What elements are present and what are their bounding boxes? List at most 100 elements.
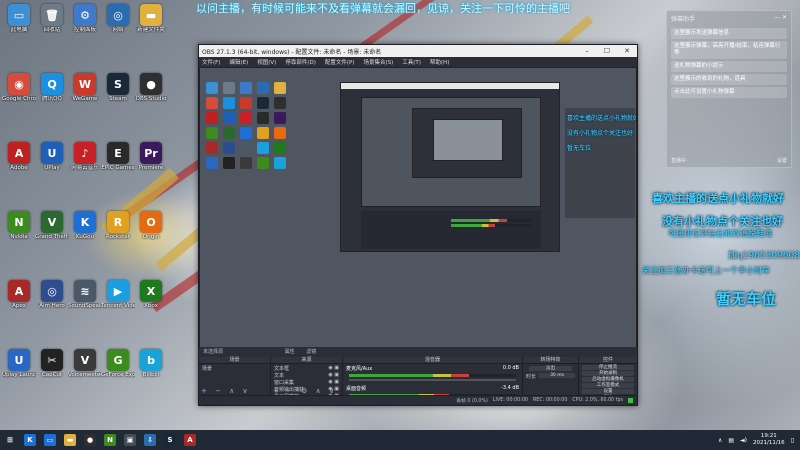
obs-control-button[interactable]: 停止推流	[582, 365, 634, 370]
minimize-icon[interactable]: –	[577, 47, 597, 55]
desktop-icon-label: SoundSpeak	[68, 303, 102, 309]
obs-control-button[interactable]: 工作室模式	[582, 383, 634, 388]
desktop-icon[interactable]: ◉Google Chrome	[2, 73, 36, 102]
desktop-icon[interactable]: ⚙ 控制面板	[68, 4, 102, 33]
obs-control-button[interactable]: 启动虚拟摄像机	[582, 377, 634, 382]
visibility-eye-icon[interactable]: ◉ ▣	[328, 372, 339, 379]
obs-menu-item[interactable]: 视图(V)	[257, 58, 276, 66]
taskbar-explorer-button[interactable]: ▬	[60, 430, 80, 450]
desktop-icon[interactable]: A Adobe	[2, 142, 36, 171]
desktop-icon-grid: ▭此电脑🗑回收站⚙控制面板◎网络▬新建文件夹 ◉Google ChromeQ腾讯Q…	[0, 0, 200, 430]
danmaku-line-2: 没有小礼物点个关注也好	[662, 215, 783, 228]
desktop-icon[interactable]: ▬ 新建文件夹	[134, 4, 168, 33]
desktop-icon-image: Q	[41, 73, 63, 95]
chat-message: 这里展示弹幕，高亮开播/结束，粘连弹幕行等	[671, 41, 787, 59]
visibility-eye-icon[interactable]: ◉ ▣	[328, 379, 339, 386]
mirror-icon	[240, 97, 252, 109]
obs-titlebar[interactable]: OBS 27.1.3 (64-bit, windows) - 配置文件: 未命名…	[199, 45, 637, 57]
obs-menu-item[interactable]: 停靠部件(D)	[285, 58, 316, 66]
sources-dock-toolbar[interactable]: + − ⚙ ∧ ∨	[273, 387, 337, 395]
tray-expand-icon[interactable]: ∧	[718, 437, 722, 444]
volume-icon[interactable]: ◄)	[740, 437, 747, 444]
obs-control-button[interactable]: 开始录制	[582, 371, 634, 376]
desktop-icon[interactable]: ◎ 网络	[101, 4, 135, 33]
desktop-icon-label: GeForce Experience	[101, 372, 135, 378]
desktop-icon-label: Grand Theft Auto V	[35, 234, 69, 240]
taskbar-steam-button[interactable]: S	[160, 430, 180, 450]
desktop-icon[interactable]: ● OBS Studio	[134, 73, 168, 102]
mirror-icon	[240, 142, 252, 154]
chat-settings-button[interactable]: 设置	[777, 157, 787, 164]
desktop-icon[interactable]: R Rockstar	[101, 211, 135, 240]
desktop-icon[interactable]: ♪ 网易云音乐	[68, 142, 102, 171]
desktop-icon-label: Rockstar	[106, 234, 130, 240]
maximize-icon[interactable]: ☐	[597, 47, 617, 55]
taskbar-nvidia-button[interactable]: N	[100, 430, 120, 450]
source-item-label: 文本框	[274, 366, 290, 372]
visibility-eye-icon[interactable]: ◉ ▣	[328, 365, 339, 372]
transition-type-select[interactable]: 淡出	[529, 366, 572, 371]
desktop-icon[interactable]: N Nvidia	[2, 211, 36, 240]
desktop-icon[interactable]: ▭ 此电脑	[2, 4, 36, 33]
scene-list[interactable]: 场景	[199, 364, 270, 373]
taskbar-obs-button[interactable]: ●	[80, 430, 100, 450]
scene-item[interactable]: 场景	[202, 365, 267, 372]
desktop-icon[interactable]: X Xbox	[134, 280, 168, 309]
obs-menu-item[interactable]: 文件(F)	[202, 58, 220, 66]
desktop-icon[interactable]: ≋ SoundSpeak	[68, 280, 102, 309]
chat-panel-window-controls[interactable]: — ✕	[774, 14, 787, 23]
obs-menu-item[interactable]: 帮助(H)	[430, 58, 449, 66]
notification-icon[interactable]: ▯	[791, 437, 794, 444]
obs-window[interactable]: OBS 27.1.3 (64-bit, windows) - 配置文件: 未命名…	[198, 44, 638, 406]
desktop-icon[interactable]: U UPlay	[35, 142, 69, 171]
mixer-channel-db: 0.0 dB	[502, 365, 519, 371]
desktop-icon[interactable]: VGrand Theft Auto V	[35, 211, 69, 240]
desktop-icon-label: 网络	[112, 27, 124, 33]
desktop-icon-image: N	[8, 211, 30, 233]
obs-control-button[interactable]: 设置	[582, 389, 634, 394]
desktop-icon-image: 🗑	[41, 4, 63, 26]
desktop-icon[interactable]: E EPIC Games	[101, 142, 135, 171]
filters-button[interactable]: 滤镜	[306, 349, 316, 355]
desktop-icon[interactable]: Q 腾讯QQ	[35, 73, 69, 102]
desktop-icon[interactable]: UUplay Launcher	[2, 349, 36, 378]
source-item[interactable]: 文本 ◉ ▣	[274, 372, 339, 379]
taskbar-tencent-button[interactable]: ▭	[40, 430, 60, 450]
obs-menu-item[interactable]: 编辑(E)	[229, 58, 248, 66]
obs-menu-item[interactable]: 配置文件(P)	[325, 58, 355, 66]
desktop-icon[interactable]: K KuGou	[68, 211, 102, 240]
taskbar-download-button[interactable]: ⇩	[140, 430, 160, 450]
desktop-icon[interactable]: Pr Premiere	[134, 142, 168, 171]
volume-slider[interactable]	[349, 379, 516, 381]
danmaku-chat-panel[interactable]: 弹幕助手 — ✕ 这里展示发送弹幕信息 这里展示弹幕，高亮开播/结束，粘连弹幕行等…	[666, 10, 792, 168]
desktop-icon[interactable]: O Origin	[134, 211, 168, 240]
desktop-icon[interactable]: ◎ Aim Hero	[35, 280, 69, 309]
desktop-icon[interactable]: ▶Tencent Video	[101, 280, 135, 309]
duration-input[interactable]: 30 ms	[539, 373, 575, 378]
obs-menu-item[interactable]: 场景集合(S)	[363, 58, 393, 66]
scenes-dock-toolbar[interactable]: + − ∧ ∨	[201, 387, 251, 395]
taskbar-apex-button[interactable]: A	[180, 430, 200, 450]
desktop-icon[interactable]: b Bilibili	[134, 349, 168, 378]
desktop-icon[interactable]: GGeForce Experience	[101, 349, 135, 378]
obs-preview[interactable]: 喜欢主播的送点小礼物就好 没有小礼物点个关注也好 暂无车位	[199, 67, 637, 357]
desktop-icon[interactable]: S Steam	[101, 73, 135, 102]
desktop-icon-label: Uplay Launcher	[2, 372, 36, 378]
nested-danmaku-2: 没有小礼物点个关注也好	[567, 130, 634, 137]
taskbar-app-button[interactable]: ▣	[120, 430, 140, 450]
desktop-icon[interactable]: W WeGame	[68, 73, 102, 102]
source-item[interactable]: 文本框 ◉ ▣	[274, 365, 339, 372]
desktop-icon[interactable]: A Apex	[2, 280, 36, 309]
desktop-icon[interactable]: 🗑 回收站	[35, 4, 69, 33]
mirror-icon	[274, 82, 286, 94]
taskbar-kugou-button[interactable]: K	[20, 430, 40, 450]
network-icon[interactable]: ▤	[728, 437, 734, 444]
desktop-icon[interactable]: ✂ CapCut	[35, 349, 69, 378]
desktop-icon[interactable]: VVoicemeeter Banana	[68, 349, 102, 378]
obs-menu-item[interactable]: 工具(T)	[402, 58, 421, 66]
properties-button[interactable]: 属性	[285, 349, 295, 355]
taskbar-start-button[interactable]: ⊞	[0, 430, 20, 450]
clock[interactable]: 19:21 2021/11/16	[753, 433, 785, 447]
source-item[interactable]: 窗口采集 ◉ ▣	[274, 379, 339, 386]
close-icon[interactable]: ✕	[617, 47, 637, 55]
